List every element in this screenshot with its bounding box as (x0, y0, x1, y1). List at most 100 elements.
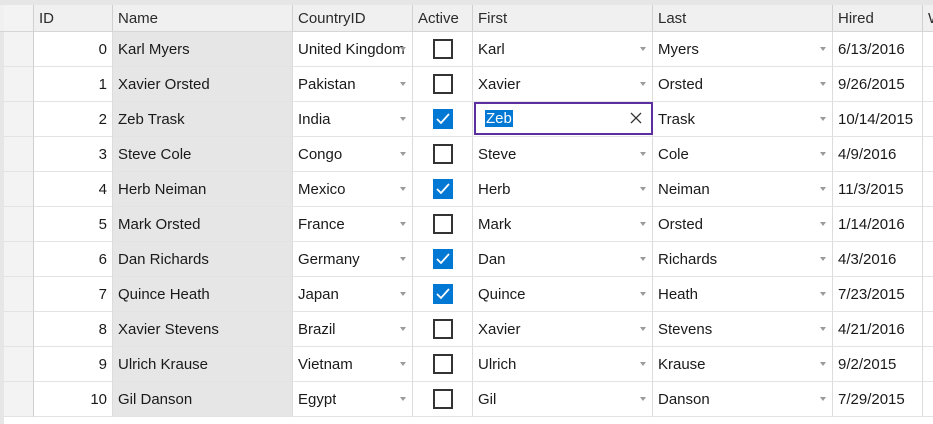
chevron-down-icon[interactable] (640, 327, 646, 331)
countryid-cell[interactable]: Egypt (293, 382, 413, 417)
chevron-down-icon[interactable] (400, 397, 406, 401)
id-cell[interactable]: 5 (34, 207, 113, 242)
chevron-down-icon[interactable] (640, 152, 646, 156)
row-header[interactable] (4, 242, 34, 277)
last-cell[interactable]: Stevens (653, 312, 833, 347)
active-cell[interactable] (413, 67, 473, 102)
corner-header[interactable] (4, 5, 34, 31)
id-cell[interactable]: 0 (34, 32, 113, 67)
first-cell[interactable]: Ulrich (473, 347, 653, 382)
row-header[interactable] (4, 312, 34, 347)
chevron-down-icon[interactable] (400, 362, 406, 366)
first-cell[interactable]: Steve (473, 137, 653, 172)
table-row[interactable]: 8 Xavier Stevens Brazil Xavier Stevens 4/21/2… (0, 312, 933, 347)
active-cell[interactable] (413, 172, 473, 207)
chevron-down-icon[interactable] (820, 117, 826, 121)
row-header[interactable] (4, 207, 34, 242)
active-cell[interactable] (413, 32, 473, 67)
table-row[interactable]: 1 Xavier Orsted Pakistan Xavier Orsted 9/26/2… (0, 67, 933, 102)
last-cell[interactable]: Danson (653, 382, 833, 417)
extra-cell[interactable] (923, 67, 933, 102)
checkbox-unchecked[interactable] (432, 354, 453, 374)
extra-cell[interactable] (923, 137, 933, 172)
row-header[interactable] (4, 347, 34, 382)
hired-cell[interactable]: 11/3/2015 (833, 172, 923, 207)
countryid-cell[interactable]: Pakistan (293, 67, 413, 102)
chevron-down-icon[interactable] (640, 397, 646, 401)
hired-cell[interactable]: 4/9/2016 (833, 137, 923, 172)
checkbox-checked[interactable] (432, 179, 453, 199)
chevron-down-icon[interactable] (400, 82, 406, 86)
row-header[interactable] (4, 277, 34, 312)
hired-cell[interactable]: 10/14/2015 (833, 102, 923, 137)
countryid-cell[interactable]: Mexico (293, 172, 413, 207)
chevron-down-icon[interactable] (820, 292, 826, 296)
last-cell[interactable]: Trask (653, 102, 833, 137)
countryid-cell[interactable]: Japan (293, 277, 413, 312)
id-cell[interactable]: 7 (34, 277, 113, 312)
last-cell[interactable]: Myers (653, 32, 833, 67)
last-cell[interactable]: Krause (653, 347, 833, 382)
extra-cell[interactable] (923, 277, 933, 312)
countryid-cell[interactable]: United Kingdom (293, 32, 413, 67)
column-header-first[interactable]: First (473, 5, 653, 31)
active-cell[interactable] (413, 137, 473, 172)
last-cell[interactable]: Neiman (653, 172, 833, 207)
column-header-hired[interactable]: Hired (833, 5, 923, 31)
hired-cell[interactable]: 9/2/2015 (833, 347, 923, 382)
last-cell[interactable]: Orsted (653, 67, 833, 102)
chevron-down-icon[interactable] (820, 397, 826, 401)
column-header-countryid[interactable]: CountryID (293, 5, 413, 31)
first-cell-editor[interactable]: Zeb (474, 102, 653, 135)
active-cell[interactable] (413, 277, 473, 312)
first-cell[interactable]: Dan (473, 242, 653, 277)
id-cell[interactable]: 10 (34, 382, 113, 417)
chevron-down-icon[interactable] (400, 117, 406, 121)
chevron-down-icon[interactable] (820, 82, 826, 86)
column-header-extra[interactable]: W (923, 5, 933, 31)
extra-cell[interactable] (923, 172, 933, 207)
table-row[interactable]: 4 Herb Neiman Mexico Herb Neiman 11/3/2015 (0, 172, 933, 207)
active-cell[interactable] (413, 382, 473, 417)
id-cell[interactable]: 8 (34, 312, 113, 347)
hired-cell[interactable]: 4/21/2016 (833, 312, 923, 347)
first-cell[interactable]: Mark (473, 207, 653, 242)
checkbox-unchecked[interactable] (432, 39, 453, 59)
column-header-active[interactable]: Active (413, 5, 473, 31)
row-header[interactable] (4, 67, 34, 102)
table-row[interactable]: 3 Steve Cole Congo Steve Cole 4/9/2016 (0, 137, 933, 172)
chevron-down-icon[interactable] (820, 327, 826, 331)
chevron-down-icon[interactable] (820, 187, 826, 191)
hired-cell[interactable]: 7/23/2015 (833, 277, 923, 312)
countryid-cell[interactable]: Germany (293, 242, 413, 277)
row-header[interactable] (4, 32, 34, 67)
checkbox-unchecked[interactable] (432, 389, 453, 409)
id-cell[interactable]: 1 (34, 67, 113, 102)
id-cell[interactable]: 9 (34, 347, 113, 382)
checkbox-unchecked[interactable] (432, 319, 453, 339)
table-row[interactable]: 10 Gil Danson Egypt Gil Danson 7/29/2015 (0, 382, 933, 417)
hired-cell[interactable]: 1/14/2016 (833, 207, 923, 242)
extra-cell[interactable] (923, 312, 933, 347)
chevron-down-icon[interactable] (820, 257, 826, 261)
extra-cell[interactable] (923, 242, 933, 277)
hired-cell[interactable]: 4/3/2016 (833, 242, 923, 277)
id-cell[interactable]: 4 (34, 172, 113, 207)
extra-cell[interactable] (923, 32, 933, 67)
table-row[interactable]: 5 Mark Orsted France Mark Orsted 1/14/2016 (0, 207, 933, 242)
chevron-down-icon[interactable] (640, 222, 646, 226)
column-header-last[interactable]: Last (653, 5, 833, 31)
row-header[interactable] (4, 172, 34, 207)
first-cell[interactable]: Herb (473, 172, 653, 207)
countryid-cell[interactable]: France (293, 207, 413, 242)
table-row[interactable]: 0 Karl Myers United Kingdom Karl Myers 6/13/2… (0, 32, 933, 67)
chevron-down-icon[interactable] (820, 47, 826, 51)
chevron-down-icon[interactable] (820, 362, 826, 366)
row-header[interactable] (4, 382, 34, 417)
active-cell[interactable] (413, 102, 473, 137)
first-cell[interactable]: Xavier (473, 67, 653, 102)
active-cell[interactable] (413, 347, 473, 382)
chevron-down-icon[interactable] (640, 257, 646, 261)
chevron-down-icon[interactable] (640, 82, 646, 86)
countryid-cell[interactable]: Vietnam (293, 347, 413, 382)
